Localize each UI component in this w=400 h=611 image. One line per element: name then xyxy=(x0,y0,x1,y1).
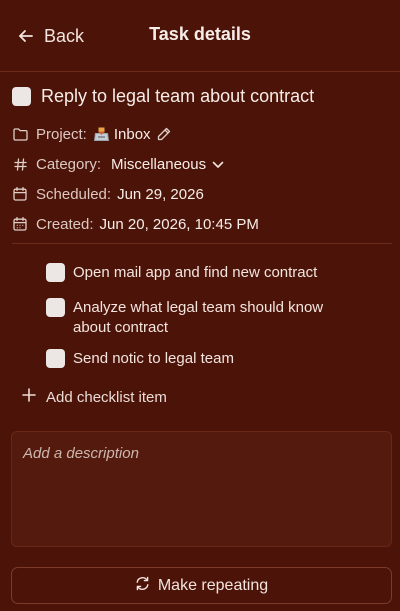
pencil-icon[interactable] xyxy=(157,127,171,141)
make-repeating-label: Make repeating xyxy=(157,576,269,594)
description-field[interactable]: Add a description xyxy=(11,431,392,547)
created-label: Created: xyxy=(36,215,94,233)
chevron-down-icon xyxy=(212,156,224,173)
scheduled-label: Scheduled: xyxy=(36,185,112,203)
checklist-item-text[interactable]: Analyze what legal team should know abou… xyxy=(73,298,363,338)
checklist-item-text[interactable]: Open mail app and find new contract xyxy=(73,263,363,283)
add-checklist-item-button[interactable]: Add checklist item xyxy=(22,388,167,406)
folder-icon xyxy=(12,126,28,142)
add-checklist-label: Add checklist item xyxy=(46,388,167,406)
project-selector[interactable]: Inbox xyxy=(93,126,151,143)
checklist-item-text[interactable]: Send notic to legal team xyxy=(73,349,363,369)
task-complete-checkbox[interactable] xyxy=(12,87,31,106)
category-value: Miscellaneous xyxy=(111,155,207,173)
calendar-grid-icon xyxy=(12,216,28,232)
category-label: Category: xyxy=(36,155,102,173)
inbox-tray-icon xyxy=(93,127,110,142)
checklist-checkbox[interactable] xyxy=(46,298,65,317)
project-label: Project: xyxy=(36,125,87,143)
project-row: Project: Inbox xyxy=(12,123,171,145)
scheduled-row: Scheduled: Jun 29, 2026 xyxy=(12,183,204,205)
description-placeholder: Add a description xyxy=(23,445,139,462)
task-title-row: Reply to legal team about contract xyxy=(12,86,314,107)
plus-icon xyxy=(22,388,36,406)
created-value: Jun 20, 2026, 10:45 PM xyxy=(99,215,259,233)
project-value: Inbox xyxy=(113,125,151,143)
checklist-item: Open mail app and find new contract xyxy=(46,263,363,283)
created-row: Created: Jun 20, 2026, 10:45 PM xyxy=(12,213,259,235)
header: Back Task details xyxy=(0,0,400,72)
checklist-checkbox[interactable] xyxy=(46,263,65,282)
checklist-checkbox[interactable] xyxy=(46,349,65,368)
calendar-icon xyxy=(12,186,28,202)
hash-icon xyxy=(12,156,28,172)
divider xyxy=(12,243,392,244)
checklist-item: Send notic to legal team xyxy=(46,349,363,369)
repeat-icon xyxy=(135,576,150,596)
page-title: Task details xyxy=(149,24,251,44)
scheduled-value[interactable]: Jun 29, 2026 xyxy=(117,186,204,203)
task-title: Reply to legal team about contract xyxy=(41,86,315,106)
checklist-item: Analyze what legal team should know abou… xyxy=(46,298,363,338)
category-row: Category: Miscellaneous xyxy=(12,153,224,175)
category-dropdown[interactable]: Miscellaneous xyxy=(111,156,224,173)
make-repeating-button[interactable]: Make repeating xyxy=(11,567,392,604)
